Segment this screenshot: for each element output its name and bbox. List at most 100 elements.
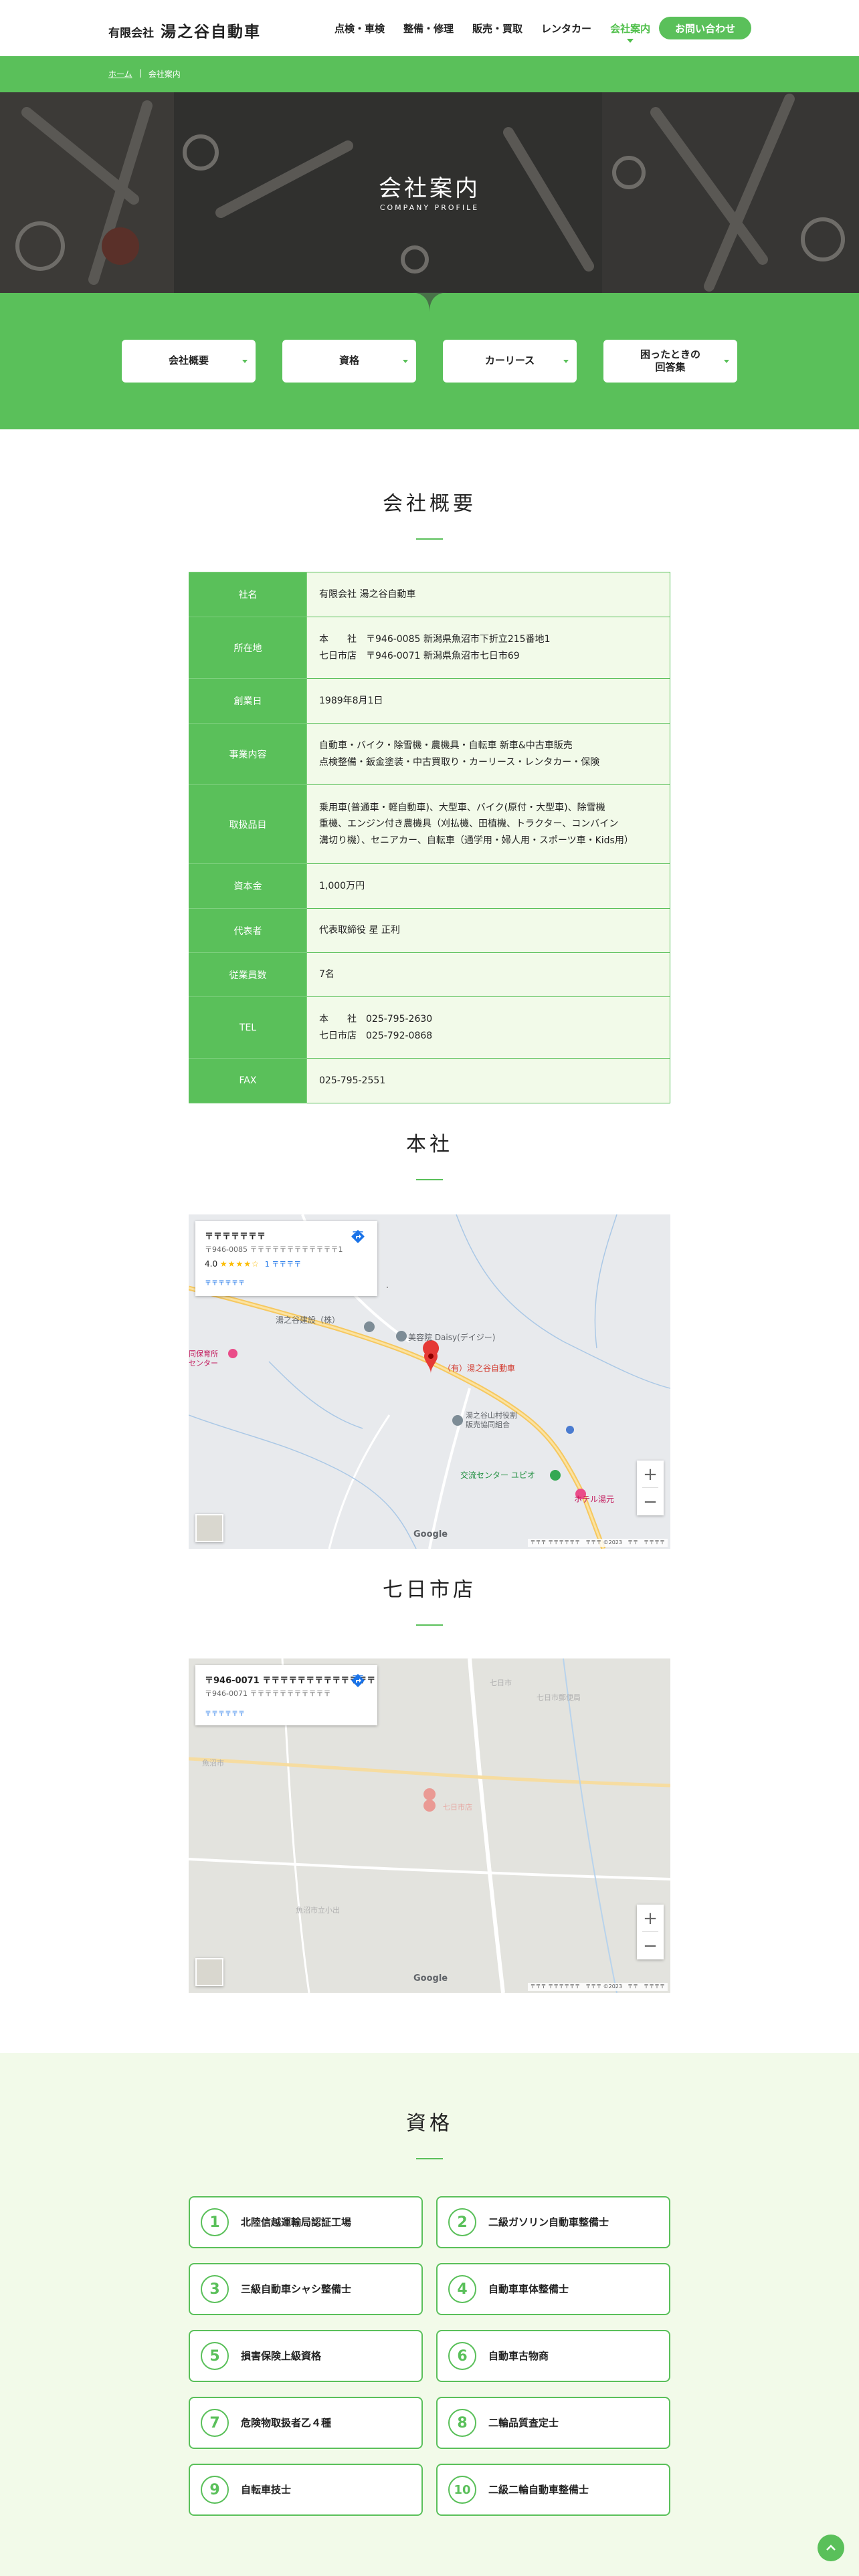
svg-text:ホテル湯元: ホテル湯元 [574,1495,614,1504]
svg-text:七日市: 七日市 [490,1678,512,1687]
row-value: 乗用車(普通車・軽自動車)、大型車、バイク(原付・大型車)、除雪機 重機、エンジ… [306,784,670,864]
qualification-label: 二輪品質査定士 [488,2417,559,2429]
breadcrumb: ホーム | 会社案内 [0,56,859,92]
table-row: 代表者 代表取締役 星 正利 [189,908,670,953]
head-office-title-underline [416,1179,443,1180]
breadcrumb-current: 会社案内 [148,70,181,79]
qualification-item: 10 二級二輪自動車整備士 [436,2464,670,2516]
tab-qualifications[interactable]: 資格 [282,340,416,383]
place-address: 〒946-0085 〒〒〒〒〒〒〒〒〒〒〒〒1 [205,1245,343,1254]
breadcrumb-separator: | [138,68,142,78]
nav-sales[interactable]: 販売・買取 [463,19,532,38]
directions-icon [351,1674,365,1687]
svg-text:同保育所: 同保育所 [189,1349,218,1358]
svg-text:湯之谷建設（株）: 湯之谷建設（株） [276,1315,340,1325]
svg-text:魚沼市立小出: 魚沼市立小出 [296,1905,340,1915]
qualifications-section: 資格 1 北陸信越運輸局認証工場 2 二級ガソリン自動車整備士 3 三級自動車シャシ整… [0,2053,859,2576]
qualification-item: 9 自転車技士 [189,2464,423,2516]
logo-company-name: 湯之谷自動車 [161,23,261,41]
table-row: 資本金 1,000万円 [189,863,670,909]
larger-map-link[interactable]: 〒〒〒〒〒〒 [205,1708,245,1718]
qualification-number: 3 [201,2275,229,2303]
larger-map-link[interactable]: 〒〒〒〒〒〒 [205,1277,245,1287]
svg-text:湯之谷山村役割: 湯之谷山村役割 [466,1410,517,1420]
place-address: 〒946-0071 〒〒〒〒〒〒〒〒〒〒〒 [205,1689,331,1698]
reviews-link[interactable]: 1 〒〒〒〒 [265,1260,302,1269]
zoom-in-button[interactable]: + [637,1905,664,1932]
table-row: 従業員数 7名 [189,952,670,997]
overview-title-underline [416,538,443,540]
place-info-card: 〒〒〒〒〒〒〒 〒946-0085 〒〒〒〒〒〒〒〒〒〒〒〒1 4.0 ★★★★… [195,1221,377,1296]
hero-subtitle: COMPANY PROFILE [379,203,480,212]
table-row: 社名 有限会社 湯之谷自動車 [189,572,670,617]
row-label: 資本金 [189,863,307,909]
directions-button[interactable]: 〒〒 [351,1673,365,1688]
map-layer-toggle[interactable] [195,1514,223,1542]
nav-rental[interactable]: レンタカー [532,19,601,38]
zoom-controls: + − [637,1905,664,1959]
hero-banner: 会社案内 COMPANY PROFILE [0,92,859,293]
nav-company-label: 会社案内 [610,23,651,35]
qualification-label: 北陸信越運輸局認証工場 [241,2216,352,2228]
row-label: 事業内容 [189,723,307,785]
nav-inspection[interactable]: 点検・車検 [325,19,394,38]
table-row: 創業日 1989年8月1日 [189,678,670,724]
qualification-label: 危険物取扱者乙４種 [241,2417,332,2429]
tab-car-lease[interactable]: カーリース [443,340,577,383]
qualification-item: 4 自動車車体整備士 [436,2263,670,2315]
tab-overview-label: 会社概要 [168,354,209,367]
place-info-card: 〒946-0071 〒〒〒〒〒〒〒〒〒〒〒〒〒 〒946-0071 〒〒〒〒〒〒… [195,1665,377,1725]
place-name: 〒〒〒〒〒〒〒 [205,1232,266,1242]
page: 有限会社 湯之谷自動車 点検・車検 整備・修理 販売・買取 レンタカー 会社案内… [0,0,859,2576]
row-value: 1,000万円 [306,863,670,909]
overview-title: 会社概要 [383,492,476,516]
hero-title: 会社案内 [379,175,480,202]
row-label: TEL [189,996,307,1059]
zoom-divider [642,1487,658,1488]
breadcrumb-home[interactable]: ホーム [108,68,132,80]
nav-maintenance[interactable]: 整備・修理 [394,19,463,38]
row-value: 7名 [306,952,670,997]
contact-button[interactable]: お問い合わせ [659,17,751,39]
zoom-in-button[interactable]: + [637,1461,664,1488]
qualification-number: 4 [448,2275,476,2303]
qualification-label: 自動車車体整備士 [488,2283,569,2295]
row-value: 本 社 025-795-2630 七日市店 025-792-0868 [306,996,670,1059]
tab-overview[interactable]: 会社概要 [122,340,256,383]
qualification-item: 6 自動車古物商 [436,2330,670,2382]
qualification-item: 5 損害保険上級資格 [189,2330,423,2382]
row-label: 取扱品目 [189,784,307,864]
head-office-map[interactable]: 湯之谷建設（株） 美容院 Daisy(デイジー) （有）湯之谷自動車 湯之谷山村… [189,1214,670,1549]
svg-text:美容院 Daisy(デイジー): 美容院 Daisy(デイジー) [408,1332,495,1342]
row-label: 所在地 [189,617,307,679]
site-logo[interactable]: 有限会社 湯之谷自動車 [108,19,261,41]
head-office-title: 本社 [406,1133,453,1156]
google-logo: Google [413,1529,448,1539]
google-logo: Google [413,1973,448,1983]
svg-text:販売協同組合: 販売協同組合 [466,1420,510,1429]
qualification-item: 7 危険物取扱者乙４種 [189,2397,423,2449]
branch-store-map[interactable]: 七日市 七日市郵便局 七日市店 魚沼市 魚沼市立小出 〒946-0071 〒〒〒… [189,1658,670,1993]
notch-decoration [409,292,450,312]
directions-icon [351,1230,365,1243]
map-layer-toggle[interactable] [195,1958,223,1986]
nav-company[interactable]: 会社案内 [601,19,660,43]
svg-text:交流センター ユピオ: 交流センター ユピオ [460,1470,535,1480]
zoom-out-button[interactable]: − [637,1932,664,1959]
branch-store-title-underline [416,1624,443,1626]
page-top-button[interactable] [818,2535,844,2561]
logo-company-type: 有限会社 [108,27,154,40]
qualification-label: 自転車技士 [241,2484,292,2496]
zoom-out-button[interactable]: − [637,1488,664,1515]
svg-text:七日市店: 七日市店 [443,1802,472,1812]
qualification-number: 5 [201,2342,229,2370]
tab-car-lease-label: カーリース [484,354,535,367]
qualification-label: 二級ガソリン自動車整備士 [488,2216,609,2228]
row-label: 創業日 [189,678,307,724]
directions-button[interactable]: 〒〒 [351,1229,365,1244]
svg-text:魚沼市: 魚沼市 [202,1758,224,1767]
branch-store-title: 七日市店 [383,1578,476,1602]
table-row: 事業内容 自動車・バイク・除雪機・農機具・自転車 新車&中古車販売 点検整備・鈑金… [189,723,670,785]
table-row: FAX 025-795-2551 [189,1058,670,1103]
tab-faq[interactable]: 困ったときの 回答集 [603,340,737,383]
